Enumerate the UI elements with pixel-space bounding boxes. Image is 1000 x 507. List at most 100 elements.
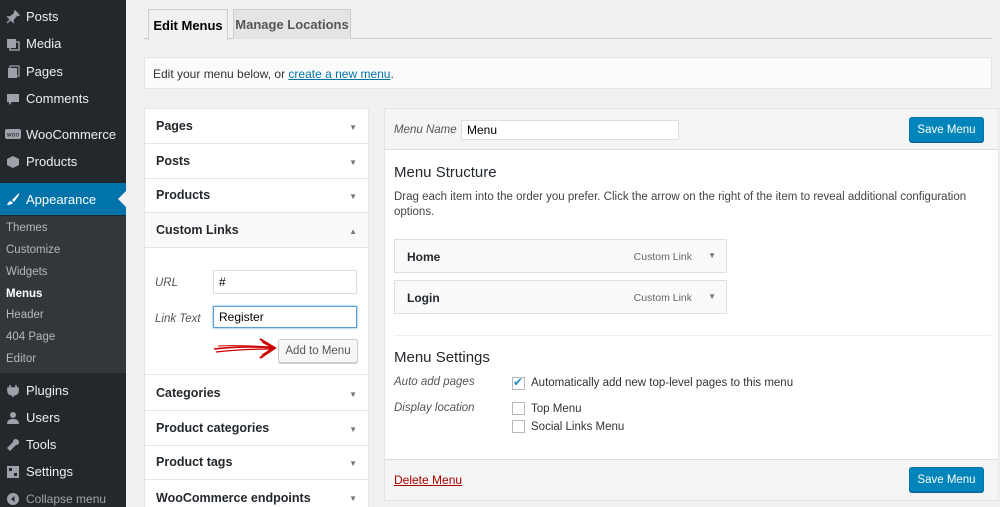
accordion-woocommerce-endpoints[interactable]: WooCommerce endpoints ▼ bbox=[145, 480, 368, 507]
chevron-down-icon: ▼ bbox=[349, 459, 357, 468]
sidebar-item-comments[interactable]: Comments bbox=[0, 85, 126, 112]
menu-name-label: Menu Name bbox=[394, 124, 457, 136]
plugin-icon bbox=[0, 384, 26, 398]
menu-item-title: Login bbox=[407, 291, 440, 305]
edit-menu-notice: Edit your menu below, or create a new me… bbox=[144, 57, 992, 89]
collapse-menu-button[interactable]: Collapse menu bbox=[0, 488, 126, 507]
add-menu-items-panel: Pages ▼ Posts ▼ Products ▼ Custom Links ▲ UR… bbox=[144, 108, 369, 507]
accordion-product-categories[interactable]: Product categories ▼ bbox=[145, 411, 368, 446]
tab-manage-locations[interactable]: Manage Locations bbox=[233, 9, 351, 39]
accordion-title: WooCommerce endpoints bbox=[156, 490, 311, 505]
social-links-menu-label: Social Links Menu bbox=[531, 421, 625, 433]
collapse-label: Collapse menu bbox=[26, 492, 107, 506]
submenu-item-editor[interactable]: Editor bbox=[6, 353, 36, 365]
sidebar-item-products[interactable]: Products bbox=[0, 148, 126, 175]
top-menu-checkbox[interactable] bbox=[512, 402, 525, 415]
chevron-down-icon: ▼ bbox=[349, 494, 357, 503]
sidebar-item-label: Media bbox=[26, 36, 62, 51]
tab-edit-menus[interactable]: Edit Menus bbox=[148, 9, 228, 40]
link-text-input[interactable] bbox=[213, 306, 357, 328]
sidebar-item-users[interactable]: Users bbox=[0, 404, 126, 431]
pin-icon bbox=[0, 9, 26, 24]
chevron-down-icon: ▼ bbox=[349, 390, 357, 399]
sidebar-item-label: Users bbox=[26, 410, 60, 425]
url-input[interactable] bbox=[213, 270, 357, 294]
sidebar-item-plugins[interactable]: Plugins bbox=[0, 377, 126, 404]
menu-editor-panel: Menu Name Save Menu Menu Structure Drag … bbox=[384, 108, 999, 501]
submenu-item-widgets[interactable]: Widgets bbox=[6, 266, 48, 278]
sidebar-item-label: Products bbox=[26, 154, 78, 169]
sidebar-item-label: Posts bbox=[26, 9, 59, 24]
sidebar-item-pages[interactable]: Pages bbox=[0, 58, 126, 85]
accordion-posts[interactable]: Posts ▼ bbox=[145, 144, 368, 179]
accordion-pages[interactable]: Pages ▼ bbox=[145, 109, 368, 144]
save-menu-button[interactable]: Save Menu bbox=[909, 467, 984, 492]
menu-editor-footer: Delete Menu Save Menu bbox=[385, 459, 998, 500]
accordion-custom-links[interactable]: Custom Links ▲ bbox=[145, 213, 368, 248]
collapse-icon bbox=[0, 493, 26, 505]
menu-item-title: Home bbox=[407, 250, 441, 264]
svg-text:woo: woo bbox=[7, 131, 20, 138]
media-icon bbox=[0, 37, 26, 51]
chevron-down-icon: ▼ bbox=[349, 425, 357, 434]
user-icon bbox=[0, 411, 26, 425]
accordion-title: Categories bbox=[156, 386, 221, 400]
submenu-item-customize[interactable]: Customize bbox=[6, 244, 60, 256]
menu-item-type: Custom Link bbox=[633, 292, 692, 304]
accordion-products[interactable]: Products ▼ bbox=[145, 178, 368, 213]
sidebar-item-woocommerce[interactable]: woo WooCommerce bbox=[0, 121, 126, 148]
sidebar-item-label: Tools bbox=[26, 437, 57, 452]
accordion-title: Custom Links bbox=[156, 223, 239, 237]
appearance-submenu: Themes Customize Widgets Menus Header 40… bbox=[0, 216, 126, 373]
sidebar-item-settings[interactable]: Settings bbox=[0, 458, 126, 485]
auto-add-pages-text: Automatically add new top-level pages to… bbox=[531, 377, 794, 389]
submenu-item-menus[interactable]: Menus bbox=[6, 288, 42, 300]
sidebar-item-appearance[interactable]: Appearance bbox=[0, 183, 126, 215]
sidebar-item-tools[interactable]: Tools bbox=[0, 431, 126, 458]
settings-divider bbox=[394, 335, 991, 336]
accordion-title: Products bbox=[156, 188, 211, 202]
box-icon bbox=[0, 155, 26, 169]
submenu-item-404-page[interactable]: 404 Page bbox=[6, 331, 55, 343]
notice-suffix: . bbox=[390, 67, 394, 81]
accordion-title: Posts bbox=[156, 154, 191, 168]
woo-icon: woo bbox=[0, 128, 26, 141]
sidebar-item-label: Plugins bbox=[26, 383, 69, 398]
display-location-label: Display location bbox=[394, 402, 475, 414]
delete-menu-link[interactable]: Delete Menu bbox=[394, 473, 462, 487]
chevron-down-icon[interactable]: ▼ bbox=[708, 251, 716, 260]
menu-item-row[interactable]: Login Custom Link ▼ bbox=[394, 280, 727, 314]
create-new-menu-link[interactable]: create a new menu bbox=[288, 67, 390, 81]
submenu-item-themes[interactable]: Themes bbox=[6, 222, 48, 234]
sidebar-item-posts[interactable]: Posts bbox=[0, 3, 126, 30]
chevron-down-icon: ▼ bbox=[349, 192, 357, 201]
save-menu-button[interactable]: Save Menu bbox=[909, 117, 984, 142]
chevron-down-icon: ▼ bbox=[349, 123, 357, 132]
add-to-menu-button[interactable]: Add to Menu bbox=[278, 339, 358, 363]
accordion-title: Pages bbox=[156, 119, 193, 133]
url-label: URL bbox=[155, 277, 179, 289]
accordion-categories[interactable]: Categories ▼ bbox=[145, 376, 368, 411]
pages-icon bbox=[0, 64, 26, 79]
chevron-down-icon[interactable]: ▼ bbox=[708, 292, 716, 301]
chevron-down-icon: ▼ bbox=[349, 158, 357, 167]
active-indicator bbox=[118, 191, 126, 207]
submenu-item-header[interactable]: Header bbox=[6, 309, 44, 321]
accordion-title: Product categories bbox=[156, 421, 270, 435]
sidebar-item-label: Comments bbox=[26, 91, 89, 106]
menu-editor-header: Menu Name Save Menu bbox=[385, 109, 998, 150]
sidebar-item-media[interactable]: Media bbox=[0, 30, 126, 57]
menu-item-row[interactable]: Home Custom Link ▼ bbox=[394, 239, 727, 273]
sidebar-item-label: Pages bbox=[26, 64, 63, 79]
accordion-title: Product tags bbox=[156, 455, 233, 469]
sidebar-item-label: WooCommerce bbox=[26, 127, 117, 142]
accordion-product-tags[interactable]: Product tags ▼ bbox=[145, 445, 368, 480]
menu-name-input[interactable] bbox=[461, 120, 679, 140]
social-links-menu-checkbox[interactable] bbox=[512, 420, 525, 433]
auto-add-pages-checkbox[interactable] bbox=[512, 375, 525, 390]
menu-structure-description: Drag each item into the order you prefer… bbox=[394, 191, 967, 218]
settings-icon bbox=[0, 465, 26, 479]
menu-structure-title: Menu Structure bbox=[394, 164, 497, 181]
brush-icon bbox=[0, 192, 26, 206]
notice-prefix: Edit your menu below, or bbox=[153, 67, 289, 81]
